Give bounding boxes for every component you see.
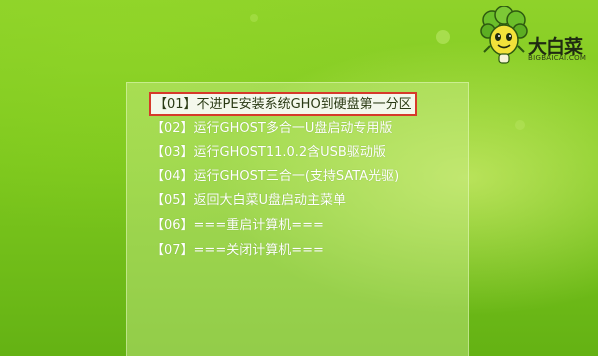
boot-menu-panel: 【01】不进PE安装系统GHO到硬盘第一分区 【02】运行GHOST多合一U盘启… [126, 82, 469, 356]
cabbage-mascot-icon [480, 6, 528, 64]
background-bokeh [436, 30, 450, 44]
menu-item-05[interactable]: 【05】返回大白菜U盘启动主菜单 [151, 189, 346, 213]
menu-item-04[interactable]: 【04】运行GHOST三合一(支持SATA光驱) [151, 165, 399, 189]
menu-item-07[interactable]: 【07】===关闭计算机=== [151, 239, 324, 263]
logo-subtitle: BIGBAICAI.COM [528, 54, 587, 62]
background-bokeh [515, 120, 525, 130]
menu-item-06[interactable]: 【06】===重启计算机=== [151, 214, 324, 238]
menu-item-03[interactable]: 【03】运行GHOST11.0.2含USB驱动版 [151, 141, 386, 165]
menu-item-01[interactable]: 【01】不进PE安装系统GHO到硬盘第一分区 [149, 92, 417, 116]
menu-item-02[interactable]: 【02】运行GHOST多合一U盘启动专用版 [151, 117, 392, 141]
dabaicai-logo: 大白菜 BIGBAICAI.COM [478, 6, 594, 68]
background-bokeh [250, 14, 258, 22]
